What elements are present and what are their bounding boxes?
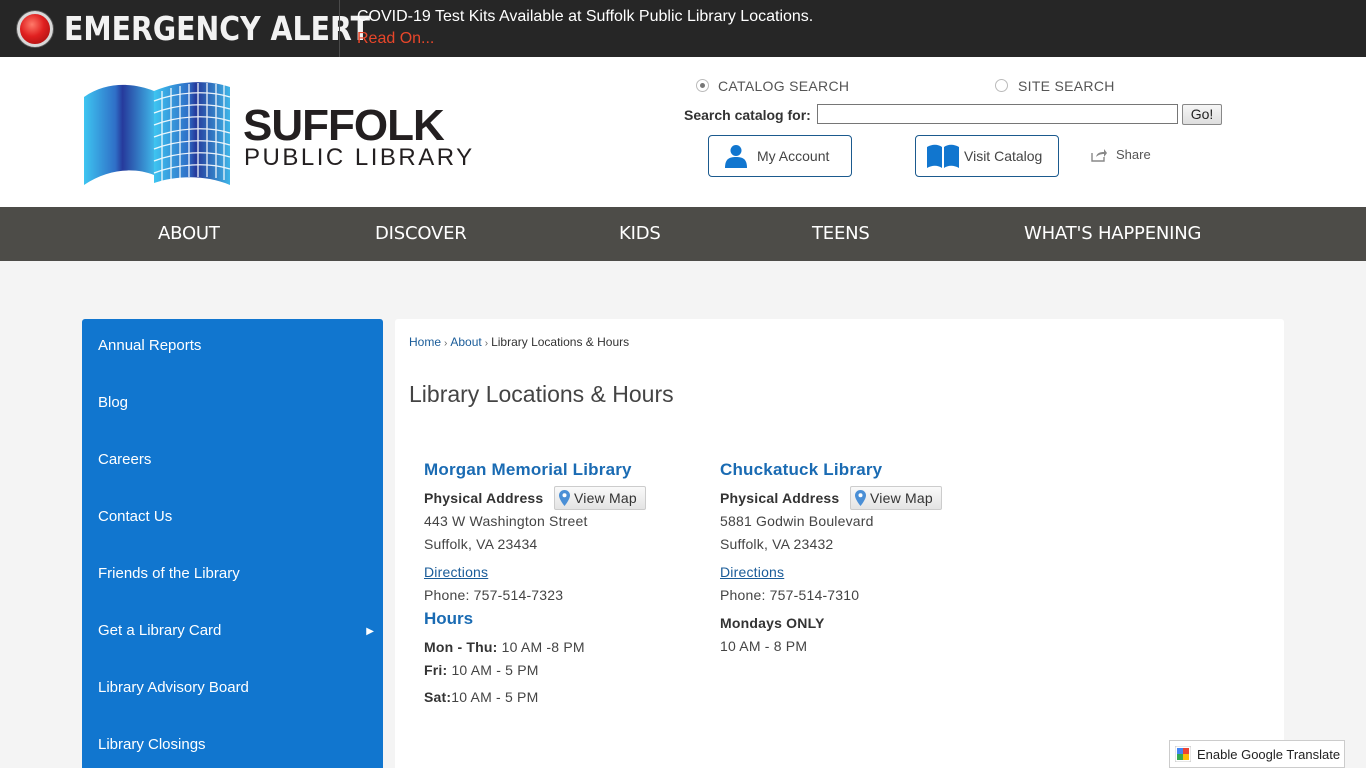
search-catalog-input[interactable] [817, 104, 1178, 124]
sidebar-item-careers[interactable]: Careers [98, 451, 374, 468]
main-nav: ABOUT DISCOVER KIDS TEENS WHAT'S HAPPENI… [0, 207, 1366, 261]
visit-catalog-button[interactable]: Visit Catalog [915, 135, 1059, 177]
view-map-label: View Map [574, 490, 637, 506]
map-pin-icon [855, 490, 866, 506]
city-state-zip: Suffolk, VA 23432 [720, 536, 834, 552]
physical-address-label: Physical Address [720, 490, 840, 506]
sidebar-item-library-advisory-board[interactable]: Library Advisory Board [98, 679, 374, 696]
map-pin-icon [559, 490, 570, 506]
nav-about[interactable]: ABOUT [158, 207, 220, 261]
sidebar-item-library-closings[interactable]: Library Closings [98, 736, 374, 753]
sidebar-item-get-a-library-card[interactable]: Get a Library Card ▶ [98, 622, 374, 639]
breadcrumb: Home › About › Library Locations & Hours [409, 335, 629, 349]
alert-read-on-link[interactable]: Read On... [357, 30, 434, 48]
share-button[interactable]: Share [1091, 147, 1151, 162]
alert-icon [17, 11, 53, 47]
sidebar-item-friends-of-the-library[interactable]: Friends of the Library [98, 565, 374, 582]
city-state-zip: Suffolk, VA 23434 [424, 536, 538, 552]
breadcrumb-home[interactable]: Home [409, 335, 441, 349]
library-logo-icon[interactable] [82, 79, 232, 189]
logo-text-public-library[interactable]: PUBLIC LIBRARY [244, 144, 475, 172]
nav-teens[interactable]: TEENS [812, 207, 870, 261]
sidebar-item-annual-reports[interactable]: Annual Reports [98, 337, 374, 354]
breadcrumb-current: Library Locations & Hours [491, 335, 630, 349]
share-label: Share [1116, 147, 1151, 162]
breadcrumb-separator: › [484, 338, 489, 349]
directions-link[interactable]: Directions [720, 564, 784, 580]
search-catalog-label: Search catalog for: [684, 107, 811, 123]
sidebar-item-contact-us[interactable]: Contact Us [98, 508, 374, 525]
my-account-button[interactable]: My Account [708, 135, 852, 177]
sidebar-menu: Annual Reports Blog Careers Contact Us F… [82, 319, 383, 768]
physical-address-label: Physical Address [424, 490, 544, 506]
submenu-arrow-icon[interactable]: ▶ [366, 626, 374, 637]
user-icon [725, 144, 747, 168]
search-go-button[interactable]: Go! [1182, 104, 1222, 125]
location-chuckatuck: Chuckatuck Library Physical Address View… [720, 460, 1000, 661]
my-account-label: My Account [757, 148, 830, 164]
hours-day: Mon - Thu: [424, 639, 498, 655]
main-content: Home › About › Library Locations & Hours Lib… [395, 319, 1284, 768]
directions-link[interactable]: Directions [424, 564, 488, 580]
hours-time: 10 AM -8 PM [497, 639, 585, 655]
alert-divider [339, 0, 340, 57]
hours-row: Mon - Thu: 10 AM -8 PM [424, 639, 704, 662]
address-row: Physical Address View Map [720, 486, 1000, 513]
google-translate-label: Enable Google Translate [1197, 746, 1341, 762]
street-address: 443 W Washington Street [424, 513, 588, 529]
catalog-search-label[interactable]: CATALOG SEARCH [718, 78, 849, 94]
hours-time: 10 AM - 5 PM [447, 662, 539, 678]
open-book-icon [926, 143, 960, 169]
breadcrumb-about[interactable]: About [450, 335, 481, 349]
alert-title: EMERGENCY ALERT [64, 9, 370, 48]
google-translate-icon [1175, 746, 1191, 762]
share-icon [1091, 148, 1108, 162]
visit-catalog-label: Visit Catalog [964, 148, 1043, 164]
google-translate-widget[interactable]: Enable Google Translate [1169, 740, 1345, 768]
days-note: Mondays ONLY [720, 615, 1000, 638]
nav-kids[interactable]: KIDS [619, 207, 661, 261]
location-morgan-memorial: Morgan Memorial Library Physical Address… [424, 460, 704, 712]
page-title: Library Locations & Hours [409, 381, 674, 407]
view-map-label: View Map [870, 490, 933, 506]
site-search-label[interactable]: SITE SEARCH [1018, 78, 1115, 94]
address-row: Physical Address View Map [424, 486, 704, 513]
hours-day: Fri: [424, 662, 448, 678]
hours-row: Fri: 10 AM - 5 PM [424, 662, 704, 689]
phone-number: Phone: 757-514-7310 [720, 587, 860, 603]
alert-message[interactable]: COVID-19 Test Kits Available at Suffolk … [357, 8, 813, 26]
phone-number: Phone: 757-514-7323 [424, 587, 564, 603]
nav-discover[interactable]: DISCOVER [375, 207, 467, 261]
days-note-text: Mondays ONLY [720, 615, 825, 631]
site-search-radio[interactable] [995, 79, 1008, 92]
nav-whats-happening[interactable]: WHAT'S HAPPENING [1024, 207, 1201, 261]
catalog-search-radio[interactable] [696, 79, 709, 92]
site-header: SUFFOLK PUBLIC LIBRARY CATALOG SEARCH SI… [0, 57, 1366, 207]
sidebar-item-label: Get a Library Card [98, 622, 222, 639]
hours-heading: Hours [424, 609, 474, 628]
hours-note: 10 AM - 8 PM [720, 638, 808, 654]
breadcrumb-separator: › [444, 338, 448, 349]
emergency-alert-bar: EMERGENCY ALERT COVID-19 Test Kits Avail… [0, 0, 1366, 57]
view-map-button[interactable]: View Map [850, 486, 942, 510]
hours-row: Sat:10 AM - 5 PM [424, 689, 704, 712]
street-address: 5881 Godwin Boulevard [720, 513, 874, 529]
hours-day: Sat: [424, 689, 452, 705]
hours-time: 10 AM - 5 PM [451, 689, 539, 705]
sidebar-item-blog[interactable]: Blog [98, 394, 374, 411]
view-map-button[interactable]: View Map [554, 486, 646, 510]
